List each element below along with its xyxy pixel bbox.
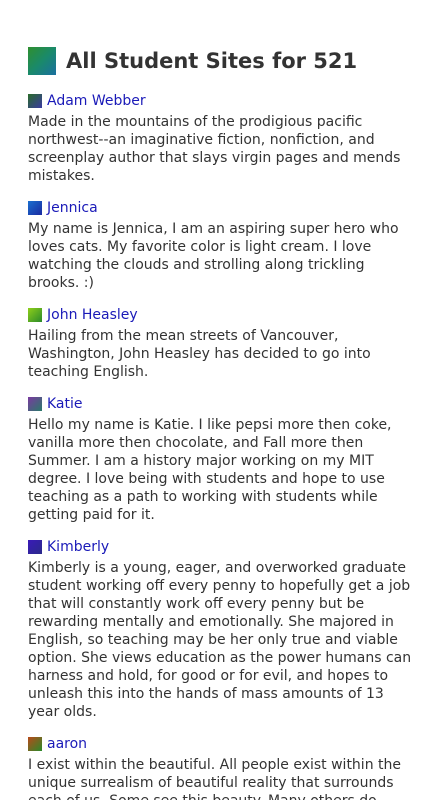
avatar-gradient-icon [28,737,42,751]
student-header: Adam Webber [28,92,418,110]
student-entry-kimberly: Kimberly Kimberly is a young, eager, and… [28,538,418,721]
student-bio: Hailing from the mean streets of Vancouv… [28,328,371,380]
student-entry-katie: Katie Hello my name is Katie. I like pep… [28,395,418,524]
page-header: All Student Sites for 521 [28,47,357,75]
student-bio: Hello my name is Katie. I like pepsi mor… [28,417,392,523]
student-header: John Heasley [28,306,418,324]
student-bio: My name is Jennica, I am an aspiring sup… [28,221,399,291]
avatar-gradient-icon [28,308,42,322]
student-bio: Made in the mountains of the prodigious … [28,114,401,184]
student-entry-aaron: aaron I exist within the beautiful. All … [28,735,418,800]
student-header: Katie [28,395,418,413]
student-header: Jennica [28,199,418,217]
student-entry-jennica: Jennica My name is Jennica, I am an aspi… [28,199,418,292]
avatar-gradient-icon [28,540,42,554]
student-entry-adam-webber: Adam Webber Made in the mountains of the… [28,92,418,185]
student-header: aaron [28,735,418,753]
student-link-kimberly[interactable]: Kimberly [47,538,109,556]
student-link-john-heasley[interactable]: John Heasley [47,306,138,324]
student-bio: Kimberly is a young, eager, and overwork… [28,560,412,720]
student-link-adam-webber[interactable]: Adam Webber [47,92,146,110]
student-entry-john-heasley: John Heasley Hailing from the mean stree… [28,306,418,381]
student-header: Kimberly [28,538,418,556]
student-link-aaron[interactable]: aaron [47,735,87,753]
page: All Student Sites for 521 Adam Webber Ma… [0,0,433,800]
avatar-gradient-icon [28,94,42,108]
page-title: All Student Sites for 521 [66,49,358,73]
student-link-jennica[interactable]: Jennica [47,199,98,217]
avatar-gradient-icon [28,397,42,411]
student-link-katie[interactable]: Katie [47,395,83,413]
site-logo-icon [28,47,56,75]
avatar-gradient-icon [28,201,42,215]
student-bio: I exist within the beautiful. All people… [28,757,401,800]
